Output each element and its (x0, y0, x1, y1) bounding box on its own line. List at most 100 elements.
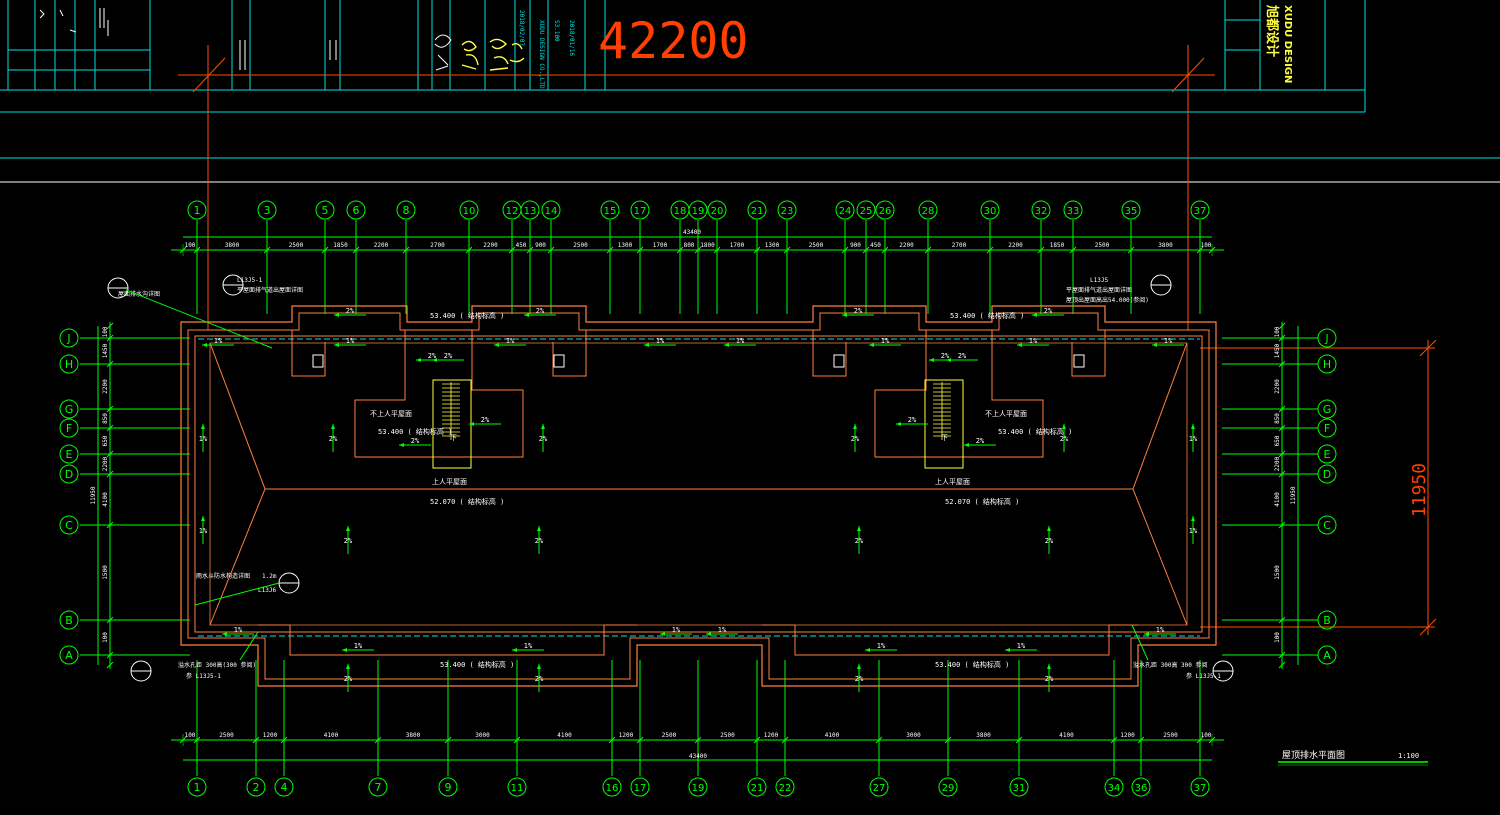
slope-arrow-29: 2% (535, 526, 544, 554)
drawing-scale: 1:100 (1398, 752, 1419, 760)
dim-bottom-8: 2500 (662, 732, 677, 739)
axis-bubble-bottom-9: 9 (438, 777, 458, 797)
slope-arrow-42: 2% (855, 664, 864, 692)
axis-bubble-left-H: H (59, 354, 79, 374)
axis-bubble-top-24: 24 (835, 200, 855, 220)
slope-label-22: 2% (851, 435, 860, 443)
dim-left-8: 100 (102, 632, 109, 643)
axis-bubble-left-F: F (59, 418, 79, 438)
axis-bubble-top-8: 8 (396, 200, 416, 220)
dim-left-5: 2200 (102, 456, 109, 471)
dim-top-12: 800 (684, 242, 695, 249)
axis-bubble-top-1-label: 1 (194, 204, 201, 217)
axis-bubble-right-D: D (1317, 464, 1337, 484)
slope-label-8: 2% (346, 307, 355, 315)
slope-arrow-38: 1% (865, 642, 897, 652)
dim-top-3: 1850 (333, 242, 348, 249)
axis-bubble-top-17: 17 (630, 200, 650, 220)
axis-bubble-bottom-4-label: 4 (281, 781, 288, 794)
axis-bubble-top-20: 20 (707, 200, 727, 220)
axis-bubble-left-A: A (59, 645, 79, 665)
dim-left-1: 1450 (102, 343, 109, 358)
dim-right-7: 1500 (1274, 565, 1281, 580)
slope-label-39: 1% (1017, 642, 1026, 650)
axis-bubble-bottom-19-label: 19 (692, 783, 705, 794)
axis-bubbles-left: JH GFED C B A (59, 328, 79, 665)
axis-bubble-left-C: C (59, 515, 79, 535)
note-right-ref: L13J5 (1090, 277, 1108, 284)
dim-top-15: 1300 (765, 242, 780, 249)
slope-arrow-35: 1% (1144, 626, 1176, 636)
dim-top-6: 2200 (483, 242, 498, 249)
note-vertical-2: 2018/01/16 (568, 20, 575, 57)
axis-bubble-top-35-label: 35 (1125, 206, 1138, 217)
dim-top-13: 1800 (700, 242, 715, 249)
axis-bubble-bottom-7-label: 7 (375, 781, 382, 794)
slope-label-10: 2% (854, 307, 863, 315)
dim-top-10: 1300 (618, 242, 633, 249)
title-block: XUDU DESIGN CO.,LTD S3.100 2018/01/16 20… (0, 0, 1500, 183)
roof-labels: 上人平屋面 上人平屋面 不上人平屋面 不上人平屋面 52.070 ( 结构标高 … (370, 311, 1072, 669)
stair-down-left: 下 (450, 434, 457, 442)
dimension-chain-left: 100 1450 2200 850 650 2200 4100 1500 100 11950 (90, 322, 114, 669)
axis-bubble-top-23: 23 (777, 200, 797, 220)
axis-bubble-top-5-label: 5 (322, 204, 329, 217)
axis-bubbles-right: JH GFED C B A (1317, 328, 1337, 665)
axis-bubbles-bottom: 1 2 4 7 9 11 16 17 19 21 22 27 29 31 34 36 37 (187, 777, 1210, 797)
slope-arrow-26: 1% (199, 516, 208, 544)
slope-label-24: 1% (199, 435, 208, 443)
dim-bottom-2: 1200 (263, 732, 278, 739)
note-vertical-1: S3.100 (553, 20, 560, 42)
dim-top-11: 1700 (653, 242, 668, 249)
axis-bubble-right-E-label: E (1324, 448, 1331, 461)
slope-label-13: 2% (444, 352, 453, 360)
slope-label-27: 1% (1189, 527, 1198, 535)
dim-bottom-12: 3000 (906, 732, 921, 739)
building-outline (180, 305, 1217, 687)
slope-label-33: 1% (718, 626, 727, 634)
axis-bubble-top-33: 33 (1063, 200, 1083, 220)
dim-right-total: 11950 (1290, 486, 1297, 504)
axis-bubble-bottom-22: 22 (775, 777, 795, 797)
axis-bubble-bottom-2: 2 (246, 777, 266, 797)
total-dim-bottom: 43400 (689, 753, 707, 760)
axis-bubble-top-20-label: 20 (711, 206, 724, 217)
slope-label-43: 2% (1045, 675, 1054, 683)
dim-bottom-17: 100 (1201, 732, 1212, 739)
dim-top-1: 3800 (225, 242, 240, 249)
dim-top-14: 1700 (730, 242, 745, 249)
dim-top-22: 1850 (1050, 242, 1065, 249)
axis-bubble-top-13: 13 (520, 200, 540, 220)
slope-label-2: 1% (506, 337, 515, 345)
slope-arrow-39: 1% (1005, 642, 1037, 652)
dim-top-23: 2500 (1095, 242, 1110, 249)
note-right-top: 平屋面排气道出屋面详图 (1066, 286, 1132, 294)
axis-bubble-bottom-17: 17 (630, 777, 650, 797)
axis-bubble-top-32: 32 (1031, 200, 1051, 220)
slope-label-26: 1% (199, 527, 208, 535)
dim-right-0: 100 (1274, 326, 1281, 337)
note-vertical-3: 2018/02/07 (518, 10, 525, 47)
axis-bubble-right-B: B (1317, 610, 1337, 630)
axis-bubble-bottom-2-label: 2 (253, 781, 260, 794)
slope-arrow-8: 2% (334, 307, 366, 317)
slope-label-38: 1% (877, 642, 886, 650)
axis-bubble-top-30-label: 30 (984, 206, 997, 217)
slope-arrow-13: 2% (432, 352, 464, 362)
slope-arrow-33: 1% (706, 626, 738, 636)
axis-bubble-top-24-label: 24 (839, 206, 852, 217)
axis-bubble-bottom-9-label: 9 (445, 781, 452, 794)
dim-bottom-15: 1200 (1120, 732, 1135, 739)
slope-label-34: 1% (234, 626, 243, 634)
dim-bottom-7: 1200 (619, 732, 634, 739)
slope-label-14: 2% (941, 352, 950, 360)
dim-top-18: 450 (870, 242, 881, 249)
slope-arrow-31: 2% (1045, 526, 1054, 554)
axis-bubble-left-F-label: F (66, 422, 72, 435)
slope-arrow-11: 2% (1032, 307, 1064, 317)
axis-bubble-right-H: H (1317, 354, 1337, 374)
dim-top-16: 2500 (809, 242, 824, 249)
dim-left-7: 1500 (102, 565, 109, 580)
dim-bottom-4: 3800 (406, 732, 421, 739)
slope-arrow-19: 2% (964, 437, 996, 447)
